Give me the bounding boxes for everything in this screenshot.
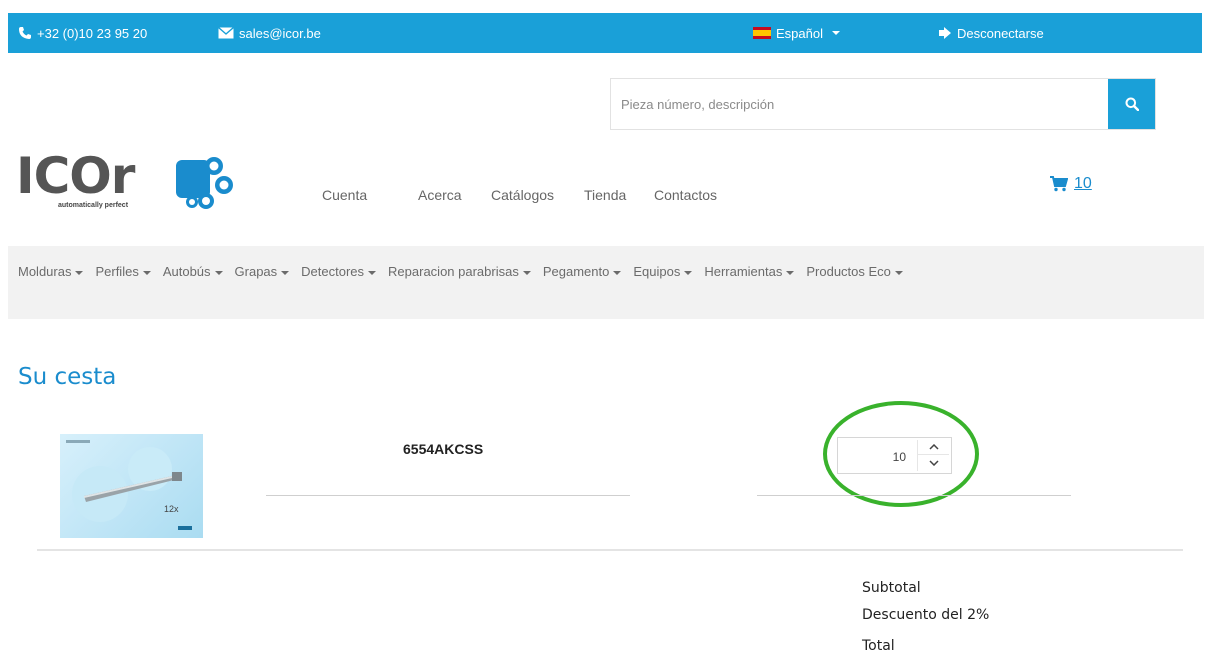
subtotal-label: Subtotal: [862, 580, 921, 596]
highlight-circle: [823, 401, 979, 507]
caret-down-icon: [75, 270, 84, 275]
category-label: Herramientas: [704, 264, 783, 279]
category-molduras[interactable]: Molduras: [18, 264, 84, 279]
category-detectores[interactable]: Detectores: [301, 264, 377, 279]
discount-label: Descuento del 2%: [862, 607, 990, 623]
product-thumbnail[interactable]: 12x: [60, 434, 203, 538]
logo-tagline: automatically perfect: [58, 202, 129, 209]
email-address: sales@icor.be: [239, 25, 321, 41]
cart-link[interactable]: 10: [1050, 175, 1092, 193]
category-productos-eco[interactable]: Productos Eco: [806, 264, 903, 279]
category-label: Detectores: [301, 264, 365, 279]
product-name[interactable]: 6554AKCSS: [403, 441, 483, 457]
top-bar: +32 (0)10 23 95 20 sales@icor.be Español…: [8, 13, 1202, 53]
logout-label: Desconectarse: [957, 25, 1044, 41]
phone-link[interactable]: +32 (0)10 23 95 20: [18, 13, 147, 53]
thumbnail-caption: 12x: [164, 504, 179, 514]
category-label: Grapas: [234, 264, 278, 279]
category-grapas[interactable]: Grapas: [235, 264, 290, 279]
envelope-icon: [218, 27, 234, 39]
caret-down-icon: [214, 270, 223, 275]
caret-down-icon: [142, 270, 151, 275]
category-equipos[interactable]: Equipos: [633, 264, 693, 279]
caret-down-icon: [368, 270, 377, 275]
divider-line: [266, 495, 630, 496]
nav-acerca[interactable]: Acerca: [418, 187, 462, 203]
nav-contactos[interactable]: Contactos: [654, 187, 717, 203]
language-dropdown[interactable]: Español: [753, 13, 840, 53]
sign-out-icon: [939, 27, 951, 39]
gear-logo-icon: [176, 157, 233, 209]
total-label: Total: [862, 638, 895, 654]
caret-down-icon: [894, 270, 903, 275]
page-title: Su cesta: [18, 364, 117, 390]
category-label: Perfiles: [95, 264, 139, 279]
nav-cuenta[interactable]: Cuenta: [322, 187, 367, 203]
cart-count: 10: [1074, 175, 1092, 192]
search-input[interactable]: [611, 79, 1109, 129]
category-label: Reparacion parabrisas: [388, 264, 519, 279]
email-link[interactable]: sales@icor.be: [218, 13, 321, 53]
phone-number: +32 (0)10 23 95 20: [37, 25, 148, 41]
product-image: 12x: [66, 440, 192, 530]
logo-wordmark: ICOr: [16, 147, 135, 205]
search-icon: [1125, 97, 1139, 111]
caret-down-icon: [831, 31, 840, 35]
phone-icon: [19, 27, 31, 39]
caret-down-icon: [613, 270, 622, 275]
category-reparacion-parabrisas[interactable]: Reparacion parabrisas: [388, 264, 531, 279]
language-label: Español: [776, 25, 823, 41]
category-bar: Molduras Perfiles Autobús Grapas Detecto…: [8, 246, 1204, 319]
category-perfiles[interactable]: Perfiles: [95, 264, 151, 279]
logout-link[interactable]: Desconectarse: [938, 13, 1044, 53]
spain-flag-icon: [753, 27, 771, 39]
nav-catalogos[interactable]: Catálogos: [491, 187, 554, 203]
shopping-cart-icon: [1050, 176, 1068, 192]
category-label: Productos Eco: [806, 264, 891, 279]
caret-down-icon: [684, 270, 693, 275]
category-pegamento[interactable]: Pegamento: [543, 264, 622, 279]
caret-down-icon: [786, 270, 795, 275]
search-box: [610, 78, 1156, 130]
nav-tienda[interactable]: Tienda: [584, 187, 626, 203]
category-herramientas[interactable]: Herramientas: [704, 264, 795, 279]
category-label: Equipos: [633, 264, 681, 279]
caret-down-icon: [281, 270, 290, 275]
caret-down-icon: [522, 270, 531, 275]
category-autobus[interactable]: Autobús: [163, 264, 223, 279]
category-label: Pegamento: [542, 264, 610, 279]
search-button[interactable]: [1108, 79, 1155, 129]
category-label: Autobús: [162, 264, 211, 279]
icor-logo[interactable]: ICOr automatically perfect: [16, 147, 241, 214]
divider-line: [757, 495, 1071, 496]
category-label: Molduras: [18, 264, 72, 279]
basket-divider: [37, 549, 1183, 551]
